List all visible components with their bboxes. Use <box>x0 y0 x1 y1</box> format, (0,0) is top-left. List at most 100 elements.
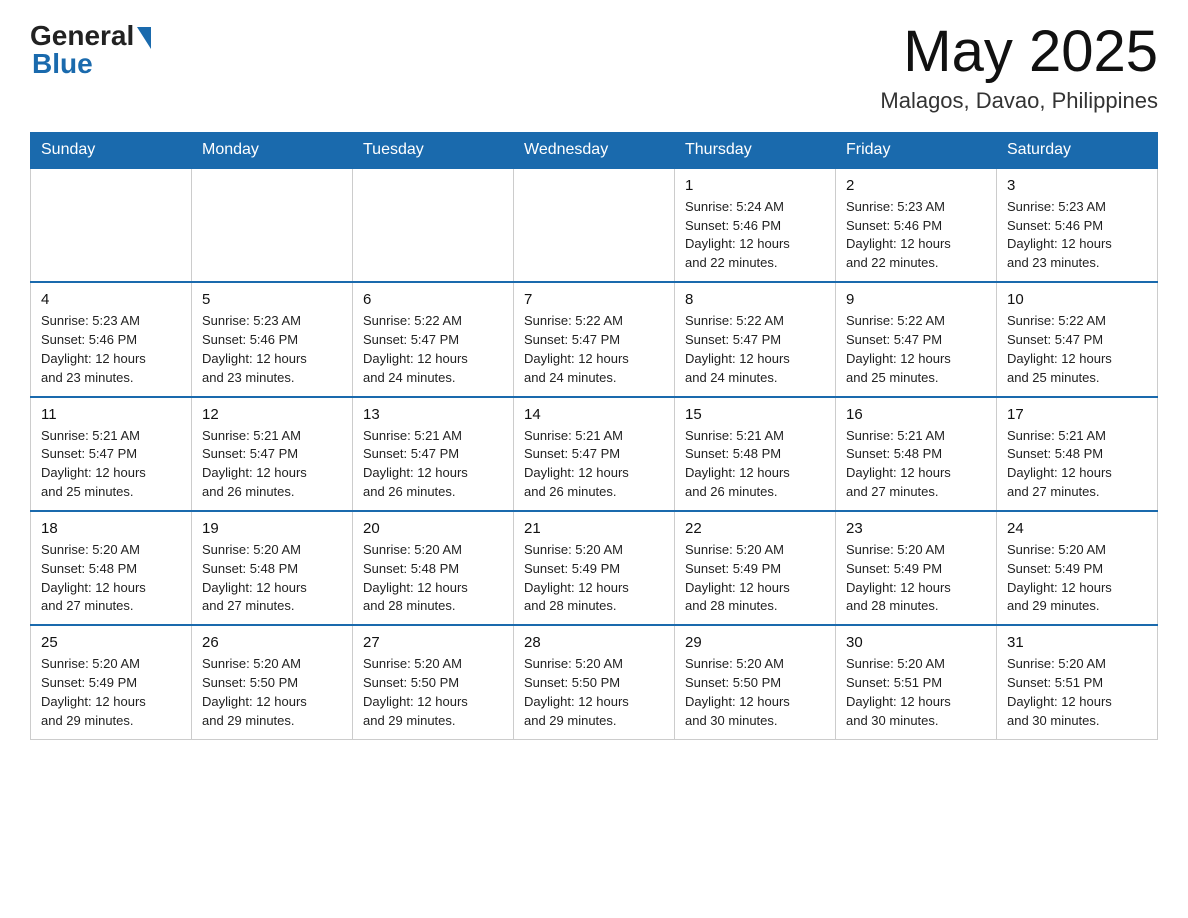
calendar-cell: 22 Sunrise: 5:20 AMSunset: 5:49 PMDayligh… <box>675 511 836 625</box>
weekday-header-wednesday: Wednesday <box>514 132 675 168</box>
day-number: 14 <box>524 406 664 423</box>
weekday-header-row: SundayMondayTuesdayWednesdayThursdayFrid… <box>31 132 1158 168</box>
day-number: 22 <box>685 520 825 537</box>
calendar-cell <box>353 168 514 282</box>
location-title: Malagos, Davao, Philippines <box>880 88 1158 114</box>
calendar-cell: 30 Sunrise: 5:20 AMSunset: 5:51 PMDayligh… <box>836 625 997 739</box>
day-number: 11 <box>41 406 181 423</box>
month-title: May 2025 <box>880 20 1158 84</box>
calendar-cell: 18Sunrise: 5:20 AMSunset: 5:48 PMDayligh… <box>31 511 192 625</box>
calendar-cell: 24 Sunrise: 5:20 AMSunset: 5:49 PMDayligh… <box>997 511 1158 625</box>
day-number: 1 <box>685 177 825 194</box>
day-info: Sunrise: 5:22 AMSunset: 5:47 PMDaylight:… <box>846 312 986 387</box>
calendar-cell: 17Sunrise: 5:21 AMSunset: 5:48 PMDayligh… <box>997 397 1158 511</box>
day-number: 19 <box>202 520 342 537</box>
calendar-cell: 19 Sunrise: 5:20 AMSunset: 5:48 PMDayligh… <box>192 511 353 625</box>
day-info: Sunrise: 5:22 AMSunset: 5:47 PMDaylight:… <box>363 312 503 387</box>
calendar-cell: 29 Sunrise: 5:20 AMSunset: 5:50 PMDayligh… <box>675 625 836 739</box>
day-info: Sunrise: 5:20 AMSunset: 5:51 PMDaylight:… <box>1007 655 1147 730</box>
day-info: Sunrise: 5:21 AMSunset: 5:47 PMDaylight:… <box>524 427 664 502</box>
calendar-cell: 8 Sunrise: 5:22 AMSunset: 5:47 PMDaylight… <box>675 282 836 396</box>
weekday-header-tuesday: Tuesday <box>353 132 514 168</box>
page-header: General Blue May 2025 Malagos, Davao, Ph… <box>30 20 1158 114</box>
day-number: 29 <box>685 634 825 651</box>
calendar-cell: 25 Sunrise: 5:20 AMSunset: 5:49 PMDayligh… <box>31 625 192 739</box>
day-info: Sunrise: 5:20 AMSunset: 5:48 PMDaylight:… <box>363 541 503 616</box>
day-number: 8 <box>685 291 825 308</box>
week-row-3: 11 Sunrise: 5:21 AMSunset: 5:47 PMDayligh… <box>31 397 1158 511</box>
title-area: May 2025 Malagos, Davao, Philippines <box>880 20 1158 114</box>
day-number: 10 <box>1007 291 1147 308</box>
calendar-cell: 4Sunrise: 5:23 AMSunset: 5:46 PMDaylight… <box>31 282 192 396</box>
day-info: Sunrise: 5:20 AMSunset: 5:49 PMDaylight:… <box>524 541 664 616</box>
day-number: 3 <box>1007 177 1147 194</box>
day-info: Sunrise: 5:23 AMSunset: 5:46 PMDaylight:… <box>202 312 342 387</box>
day-info: Sunrise: 5:20 AMSunset: 5:49 PMDaylight:… <box>846 541 986 616</box>
day-number: 4 <box>41 291 181 308</box>
week-row-1: 1 Sunrise: 5:24 AMSunset: 5:46 PMDaylight… <box>31 168 1158 282</box>
day-info: Sunrise: 5:20 AMSunset: 5:50 PMDaylight:… <box>524 655 664 730</box>
week-row-4: 18Sunrise: 5:20 AMSunset: 5:48 PMDayligh… <box>31 511 1158 625</box>
calendar-table: SundayMondayTuesdayWednesdayThursdayFrid… <box>30 132 1158 740</box>
calendar-cell: 7 Sunrise: 5:22 AMSunset: 5:47 PMDaylight… <box>514 282 675 396</box>
calendar-cell: 14 Sunrise: 5:21 AMSunset: 5:47 PMDayligh… <box>514 397 675 511</box>
day-number: 27 <box>363 634 503 651</box>
day-info: Sunrise: 5:20 AMSunset: 5:50 PMDaylight:… <box>685 655 825 730</box>
calendar-cell: 3 Sunrise: 5:23 AMSunset: 5:46 PMDaylight… <box>997 168 1158 282</box>
day-number: 6 <box>363 291 503 308</box>
week-row-5: 25 Sunrise: 5:20 AMSunset: 5:49 PMDayligh… <box>31 625 1158 739</box>
day-info: Sunrise: 5:23 AMSunset: 5:46 PMDaylight:… <box>846 198 986 273</box>
calendar-cell: 10 Sunrise: 5:22 AMSunset: 5:47 PMDayligh… <box>997 282 1158 396</box>
day-info: Sunrise: 5:21 AMSunset: 5:48 PMDaylight:… <box>685 427 825 502</box>
day-number: 31 <box>1007 634 1147 651</box>
weekday-header-sunday: Sunday <box>31 132 192 168</box>
day-info: Sunrise: 5:20 AMSunset: 5:48 PMDaylight:… <box>202 541 342 616</box>
day-info: Sunrise: 5:20 AMSunset: 5:49 PMDaylight:… <box>685 541 825 616</box>
day-number: 20 <box>363 520 503 537</box>
day-info: Sunrise: 5:20 AMSunset: 5:50 PMDaylight:… <box>363 655 503 730</box>
day-number: 24 <box>1007 520 1147 537</box>
day-info: Sunrise: 5:20 AMSunset: 5:50 PMDaylight:… <box>202 655 342 730</box>
logo-triangle-icon <box>137 27 151 49</box>
weekday-header-thursday: Thursday <box>675 132 836 168</box>
day-info: Sunrise: 5:20 AMSunset: 5:51 PMDaylight:… <box>846 655 986 730</box>
week-row-2: 4 Sunrise: 5:23 AMSunset: 5:46 PMDaylight… <box>31 282 1158 396</box>
day-info: Sunrise: 5:20 AMSunset: 5:48 PMDaylight:… <box>41 541 181 616</box>
day-info: Sunrise: 5:24 AMSunset: 5:46 PMDaylight:… <box>685 198 825 273</box>
day-number: 30 <box>846 634 986 651</box>
day-info: Sunrise: 5:21 AMSunset: 5:47 PMDaylight:… <box>202 427 342 502</box>
day-number: 2 <box>846 177 986 194</box>
calendar-cell: 23 Sunrise: 5:20 AMSunset: 5:49 PMDayligh… <box>836 511 997 625</box>
weekday-header-friday: Friday <box>836 132 997 168</box>
logo-blue-text: Blue <box>32 48 93 80</box>
calendar-cell: 9 Sunrise: 5:22 AMSunset: 5:47 PMDaylight… <box>836 282 997 396</box>
logo: General Blue <box>30 20 151 80</box>
day-number: 23 <box>846 520 986 537</box>
calendar-cell: 5Sunrise: 5:23 AMSunset: 5:46 PMDaylight… <box>192 282 353 396</box>
day-number: 15 <box>685 406 825 423</box>
day-info: Sunrise: 5:20 AMSunset: 5:49 PMDaylight:… <box>41 655 181 730</box>
day-number: 7 <box>524 291 664 308</box>
calendar-cell: 16Sunrise: 5:21 AMSunset: 5:48 PMDayligh… <box>836 397 997 511</box>
calendar-cell: 13Sunrise: 5:21 AMSunset: 5:47 PMDayligh… <box>353 397 514 511</box>
day-info: Sunrise: 5:20 AMSunset: 5:49 PMDaylight:… <box>1007 541 1147 616</box>
calendar-cell: 11 Sunrise: 5:21 AMSunset: 5:47 PMDayligh… <box>31 397 192 511</box>
day-info: Sunrise: 5:23 AMSunset: 5:46 PMDaylight:… <box>1007 198 1147 273</box>
calendar-cell <box>514 168 675 282</box>
day-info: Sunrise: 5:22 AMSunset: 5:47 PMDaylight:… <box>524 312 664 387</box>
day-info: Sunrise: 5:22 AMSunset: 5:47 PMDaylight:… <box>685 312 825 387</box>
calendar-cell: 12Sunrise: 5:21 AMSunset: 5:47 PMDayligh… <box>192 397 353 511</box>
weekday-header-monday: Monday <box>192 132 353 168</box>
calendar-cell: 21Sunrise: 5:20 AMSunset: 5:49 PMDayligh… <box>514 511 675 625</box>
day-number: 28 <box>524 634 664 651</box>
calendar-cell: 20 Sunrise: 5:20 AMSunset: 5:48 PMDayligh… <box>353 511 514 625</box>
day-number: 25 <box>41 634 181 651</box>
day-number: 9 <box>846 291 986 308</box>
calendar-cell <box>192 168 353 282</box>
day-info: Sunrise: 5:21 AMSunset: 5:47 PMDaylight:… <box>41 427 181 502</box>
day-info: Sunrise: 5:21 AMSunset: 5:48 PMDaylight:… <box>1007 427 1147 502</box>
calendar-cell: 1 Sunrise: 5:24 AMSunset: 5:46 PMDaylight… <box>675 168 836 282</box>
calendar-cell: 26Sunrise: 5:20 AMSunset: 5:50 PMDayligh… <box>192 625 353 739</box>
day-info: Sunrise: 5:22 AMSunset: 5:47 PMDaylight:… <box>1007 312 1147 387</box>
day-info: Sunrise: 5:21 AMSunset: 5:47 PMDaylight:… <box>363 427 503 502</box>
